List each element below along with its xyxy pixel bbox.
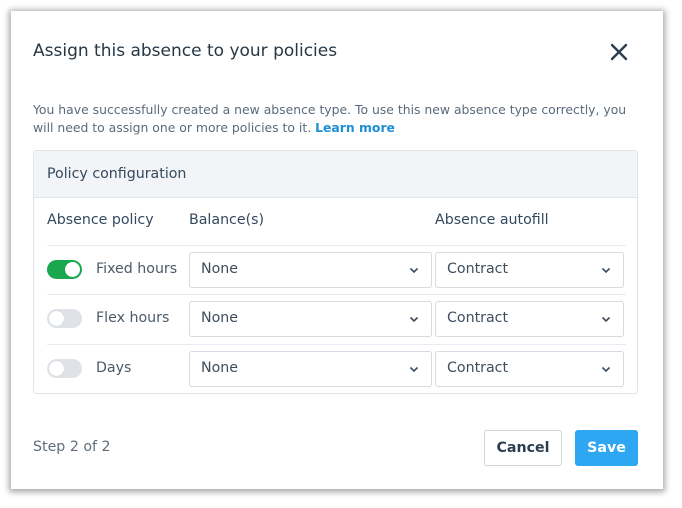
autofill-select-value: Contract bbox=[447, 261, 509, 277]
policy-name: Flex hours bbox=[96, 310, 170, 326]
balance-select-value: None bbox=[201, 310, 239, 326]
policy-name: Fixed hours bbox=[96, 261, 178, 277]
autofill-select[interactable]: Contract bbox=[435, 301, 624, 337]
balance-select-value: None bbox=[201, 360, 239, 376]
policy-toggle-fixed-hours[interactable] bbox=[47, 260, 82, 279]
learn-more-link[interactable]: Learn more bbox=[315, 120, 395, 135]
autofill-select-value: Contract bbox=[447, 310, 509, 326]
balance-select[interactable]: None bbox=[189, 252, 432, 288]
save-button[interactable]: Save bbox=[575, 430, 638, 466]
column-header-policy: Absence policy bbox=[47, 212, 154, 228]
policy-row: Fixed hours None Contract bbox=[47, 245, 626, 294]
policy-name: Days bbox=[96, 360, 132, 376]
policy-toggle-flex-hours[interactable] bbox=[47, 309, 82, 328]
cancel-button[interactable]: Cancel bbox=[484, 430, 562, 466]
column-header-balance: Balance(s) bbox=[189, 212, 265, 228]
balance-select-value: None bbox=[201, 261, 239, 277]
step-indicator: Step 2 of 2 bbox=[33, 439, 111, 455]
autofill-select[interactable]: Contract bbox=[435, 252, 624, 288]
chevron-down-icon bbox=[601, 366, 611, 373]
toggle-knob bbox=[65, 262, 80, 277]
toggle-knob bbox=[49, 311, 64, 326]
chevron-down-icon bbox=[601, 316, 611, 323]
policy-toggle-days[interactable] bbox=[47, 359, 82, 378]
close-icon bbox=[610, 43, 628, 61]
policy-row: Days None Contract bbox=[47, 344, 626, 393]
chevron-down-icon bbox=[409, 267, 419, 274]
chevron-down-icon bbox=[601, 267, 611, 274]
toggle-knob bbox=[49, 361, 64, 376]
assign-absence-dialog: Assign this absence to your policies You… bbox=[11, 11, 663, 489]
column-header-autofill: Absence autofill bbox=[435, 212, 549, 228]
policy-configuration-panel: Policy configuration Absence policy Bala… bbox=[33, 150, 638, 394]
dialog-title: Assign this absence to your policies bbox=[33, 41, 338, 61]
panel-title: Policy configuration bbox=[34, 151, 637, 198]
dialog-description: You have successfully created a new abse… bbox=[33, 101, 645, 137]
close-button[interactable] bbox=[609, 42, 629, 62]
autofill-select[interactable]: Contract bbox=[435, 351, 624, 387]
autofill-select-value: Contract bbox=[447, 360, 509, 376]
policy-row: Flex hours None Contract bbox=[47, 294, 626, 343]
balance-select[interactable]: None bbox=[189, 301, 432, 337]
chevron-down-icon bbox=[409, 316, 419, 323]
chevron-down-icon bbox=[409, 366, 419, 373]
balance-select[interactable]: None bbox=[189, 351, 432, 387]
